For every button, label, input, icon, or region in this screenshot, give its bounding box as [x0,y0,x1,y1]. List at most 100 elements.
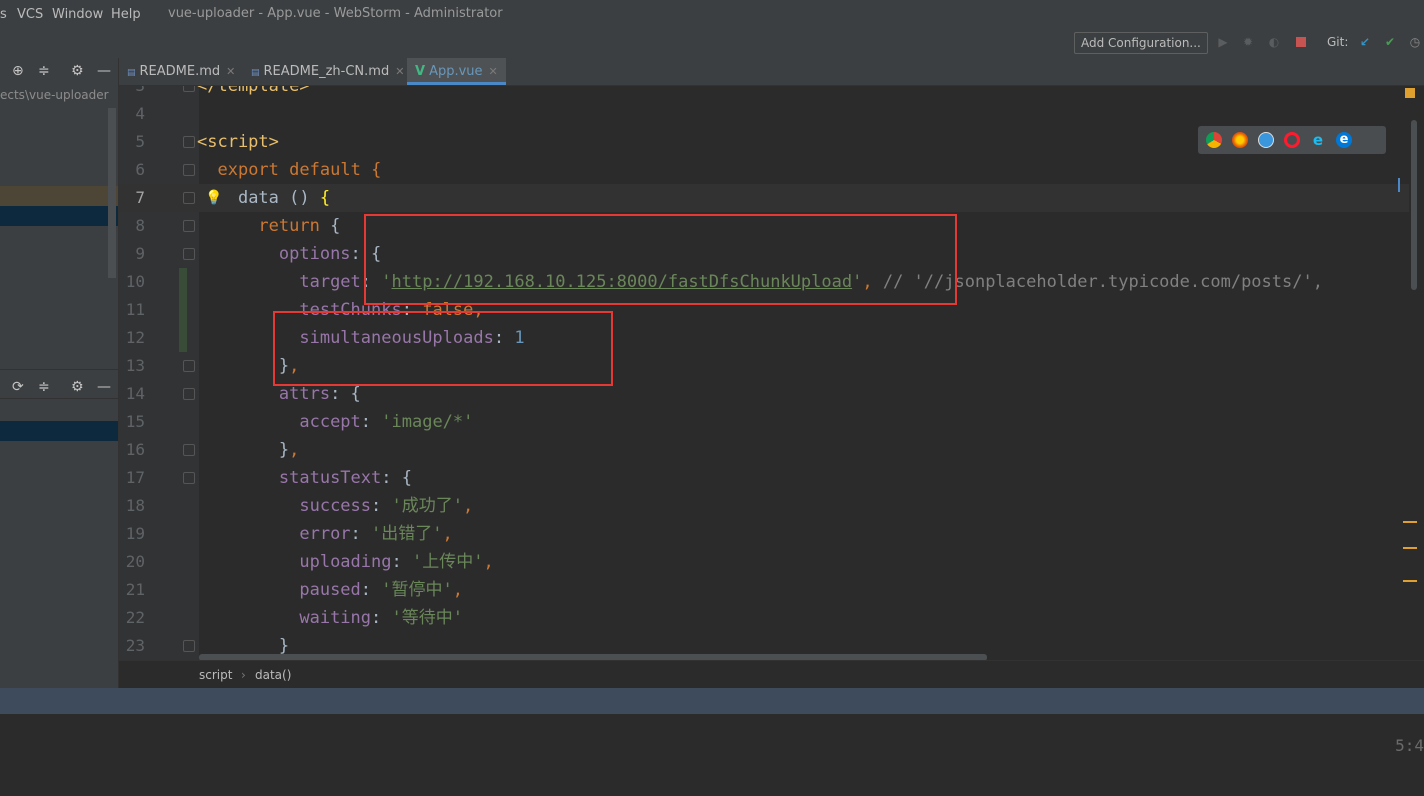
line-number: 4 [135,104,145,123]
minimize-icon[interactable]: — [97,63,111,79]
window-title: vue-uploader - App.vue - WebStorm - Admi… [168,6,503,21]
md-file-icon: ▤ [127,68,136,78]
line-number: 5 [135,132,145,151]
ie-icon[interactable]: e [1310,132,1326,148]
property: statusText [278,468,382,488]
refresh-icon[interactable]: ⟳ [12,379,24,395]
vcs-change-marker[interactable] [179,268,187,352]
tab-readme[interactable]: ▤ README.md ✕ [127,58,235,85]
browser-preview-bar: e e [1198,126,1386,154]
history-icon[interactable]: ◷ [1408,35,1422,49]
opera-icon[interactable] [1284,132,1300,148]
fold-marker[interactable] [183,86,195,92]
chrome-icon[interactable] [1206,132,1222,148]
close-icon[interactable]: ✕ [395,65,404,78]
inspection-indicator-icon[interactable] [1405,88,1415,98]
tab-label: README.md [139,64,221,79]
breadcrumb-separator: › [241,668,246,682]
close-icon[interactable]: ✕ [489,65,498,78]
warning-marker[interactable] [1403,547,1417,549]
line-number: 16 [125,440,145,459]
tool-window-bar [0,688,1424,714]
breadcrumb: script › data() [119,660,1424,689]
highlight-box-target [364,214,957,305]
add-configuration-button[interactable]: Add Configuration... [1074,32,1208,54]
line-number: 19 [125,524,145,543]
code-line: 17 statusText: { [119,464,1409,492]
editor-vertical-scrollbar[interactable] [1411,120,1417,290]
tab-readme-zh[interactable]: ▤ README_zh-CN.md ✕ [251,58,404,85]
property: uploading [299,552,392,572]
menu-item-vcs[interactable]: VCS [17,7,43,22]
fold-marker[interactable] [183,360,195,372]
locate-icon[interactable]: ⊕ [12,63,24,79]
main-toolbar: Add Configuration... ▶ ✹ ◐ Git: ↙ ✔ ◷ [0,30,1424,59]
fold-marker[interactable] [183,248,195,260]
gear-icon-2[interactable]: ⚙ [71,379,84,395]
keyword: return [258,216,320,236]
property: waiting [299,608,372,628]
code-line: 15 accept: 'image/*' [119,408,1409,436]
line-number: 20 [125,552,145,571]
fold-marker[interactable] [183,472,195,484]
line-number: 12 [125,328,145,347]
git-commit-icon[interactable]: ✔ [1383,35,1397,49]
debug-icon[interactable]: ✹ [1241,35,1255,49]
line-number: 9 [135,244,145,263]
close-icon[interactable]: ✕ [226,65,235,78]
breadcrumb-item-data[interactable]: data() [255,668,291,682]
line-number: 15 [125,412,145,431]
code-line: 18 success: '成功了', [119,492,1409,520]
minimize-icon-2[interactable]: — [97,379,111,395]
menu-item-partial[interactable]: s [0,7,7,22]
code-line: 19 error: '出错了', [119,520,1409,548]
firefox-icon[interactable] [1232,132,1248,148]
code-line: 20 uploading: '上传中', [119,548,1409,576]
fold-marker[interactable] [183,444,195,456]
warning-marker[interactable] [1403,580,1417,582]
code-line: 3 </template> [119,86,1409,100]
fold-marker[interactable] [183,220,195,232]
sidebar-scrollbar[interactable] [108,108,116,278]
property: error [299,524,351,544]
property: accept [299,412,361,432]
code-line: 4 [119,100,1409,128]
fold-marker[interactable] [183,136,195,148]
tree-row-selected[interactable] [0,206,118,226]
fold-marker[interactable] [183,192,195,204]
code-line: 22 waiting: '等待中' [119,604,1409,632]
menu-item-help[interactable]: Help [111,7,141,22]
breadcrumb-item-script[interactable]: script [199,668,232,682]
project-path: ects\vue-uploader [0,88,109,102]
line-number: 18 [125,496,145,515]
warning-marker[interactable] [1403,521,1417,523]
collapse-icon[interactable]: ≑ [38,63,50,79]
property: success [299,496,372,516]
function-name: data () [237,188,310,208]
structure-row-selected[interactable] [0,421,118,441]
fold-marker[interactable] [183,388,195,400]
tab-app-vue[interactable]: V App.vue ✕ [407,58,506,85]
line-number: 6 [135,160,145,179]
coverage-icon[interactable]: ◐ [1267,35,1281,49]
fold-marker[interactable] [183,164,195,176]
safari-icon[interactable] [1258,132,1274,148]
template-close: </template> [197,86,310,96]
md-file-icon: ▤ [251,68,260,78]
tree-row-highlighted[interactable] [0,186,118,206]
gear-icon[interactable]: ⚙ [71,63,84,79]
string-value: '等待中' [391,608,463,628]
line-column-indicator[interactable]: 5:4 [1395,736,1424,755]
stop-icon[interactable] [1294,35,1308,49]
keyword: export [217,160,279,180]
edge-icon[interactable]: e [1336,132,1352,148]
project-toolbar: ⊕ ≑ ⚙ — [0,58,118,84]
menu-item-window[interactable]: Window [52,7,103,22]
collapse-all-icon[interactable]: ≑ [38,379,50,395]
run-icon[interactable]: ▶ [1216,35,1230,49]
git-update-icon[interactable]: ↙ [1358,35,1372,49]
fold-marker[interactable] [183,640,195,652]
property: target [299,272,361,292]
property: attrs [278,384,331,404]
highlight-box-uploads [273,311,613,386]
